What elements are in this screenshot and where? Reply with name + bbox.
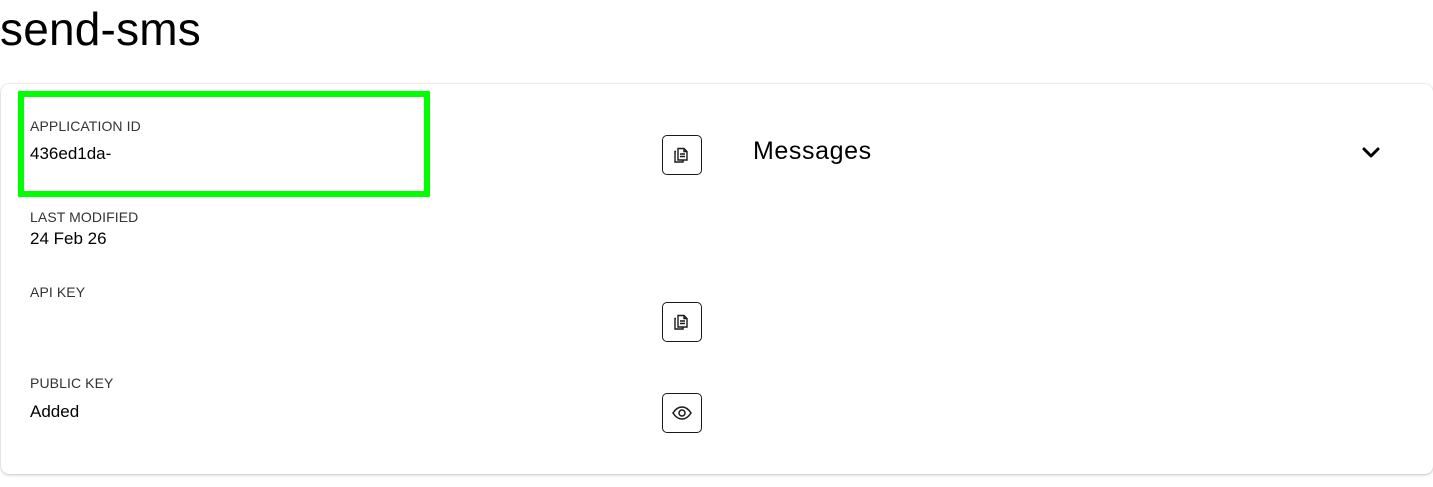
page-title: send-sms <box>0 3 201 55</box>
chevron-down-icon[interactable] <box>1359 141 1383 165</box>
last-modified-value: 24 Feb 26 <box>30 229 107 248</box>
eye-icon <box>672 406 692 420</box>
view-public-key-button[interactable] <box>662 393 702 433</box>
last-modified-label: LAST MODIFIED <box>30 209 139 225</box>
public-key-value: Added <box>30 402 80 421</box>
copy-application-id-button[interactable] <box>662 135 702 175</box>
last-modified-field: LAST MODIFIED 24 Feb 26 <box>30 208 138 250</box>
copy-icon <box>674 147 688 163</box>
public-key-label: PUBLIC KEY <box>30 375 114 391</box>
api-key-field: API KEY <box>30 283 85 306</box>
highlight-box <box>18 91 430 197</box>
api-key-label: API KEY <box>30 284 86 300</box>
messages-section-title[interactable]: Messages <box>753 136 872 166</box>
copy-icon <box>674 314 688 330</box>
public-key-field: PUBLIC KEY Added <box>30 374 113 423</box>
copy-api-key-button[interactable] <box>662 302 702 342</box>
